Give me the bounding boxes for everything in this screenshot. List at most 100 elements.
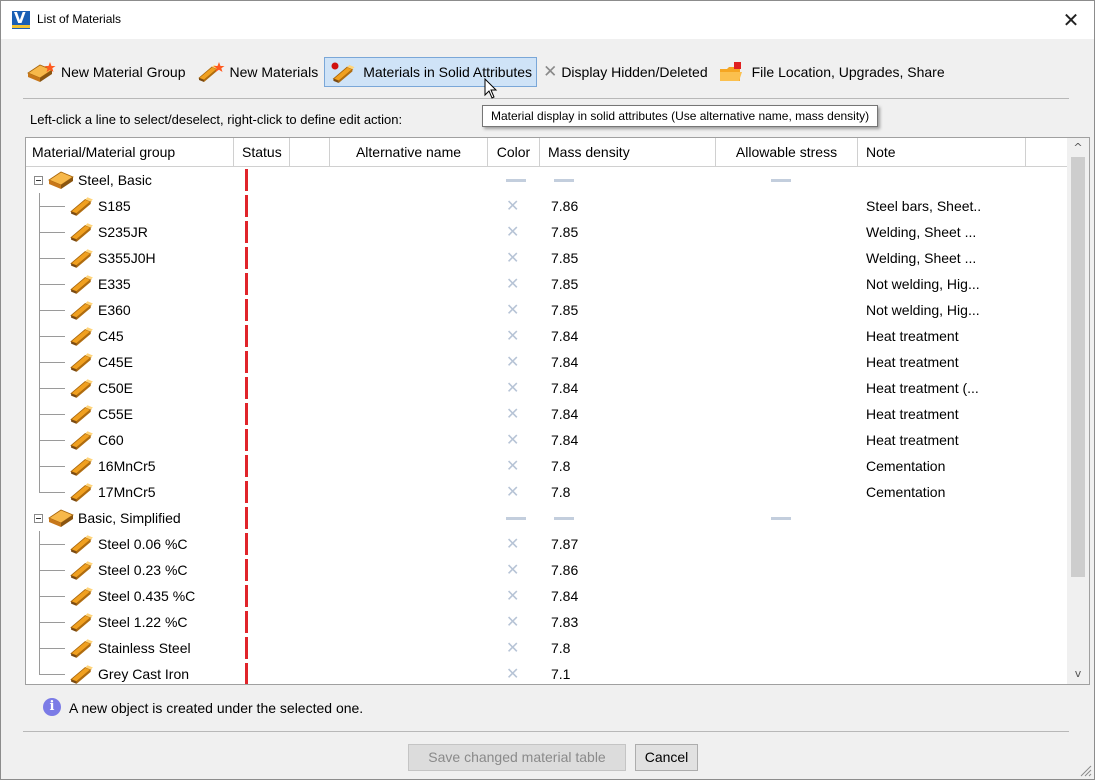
tree-branch: [39, 336, 65, 337]
color-undefined-x-icon: ✕: [506, 378, 520, 397]
material-group-row[interactable]: Basic, Simplified: [26, 505, 1066, 531]
material-row[interactable]: S185 ✕ 7.86 Steel bars, Sheet..: [26, 193, 1066, 219]
mass-density-value: 7.8: [551, 484, 571, 500]
material-bar-icon: [70, 352, 94, 372]
mass-density-value: 7.84: [551, 328, 579, 344]
material-group-name: Steel, Basic: [78, 172, 152, 188]
material-bar-icon: [70, 612, 94, 632]
new-material-icon: [196, 61, 226, 83]
material-bar-icon: [70, 560, 94, 580]
title-bar: V List of Materials ✕: [1, 1, 1094, 39]
material-row[interactable]: C50E ✕ 7.84 Heat treatment (...: [26, 375, 1066, 401]
collapse-toggle-icon[interactable]: [34, 514, 43, 523]
material-name: Steel 1.22 %C: [98, 614, 188, 630]
tree-branch: [39, 596, 65, 597]
tree-branch: [39, 284, 65, 285]
column-header-material[interactable]: Material/Material group: [26, 138, 234, 166]
status-indicator: [245, 585, 248, 607]
material-row[interactable]: Steel 0.06 %C ✕ 7.87: [26, 531, 1066, 557]
material-row[interactable]: Steel 0.435 %C ✕ 7.84: [26, 583, 1066, 609]
material-row[interactable]: S355J0H ✕ 7.85 Welding, Sheet ...: [26, 245, 1066, 271]
column-header-color[interactable]: Color: [488, 138, 540, 166]
status-indicator: [245, 637, 248, 659]
material-name: S355J0H: [98, 250, 156, 266]
scroll-up-icon[interactable]: ^: [1067, 140, 1089, 156]
color-undefined-x-icon: ✕: [506, 352, 520, 371]
column-header-note[interactable]: Note: [858, 138, 1026, 166]
empty-value-dash: [771, 179, 791, 182]
tree-branch: [39, 544, 65, 545]
tree-branch: [39, 622, 65, 623]
material-row[interactable]: S235JR ✕ 7.85 Welding, Sheet ...: [26, 219, 1066, 245]
material-bar-icon: [70, 456, 94, 476]
column-header-alternative-name[interactable]: Alternative name: [330, 138, 488, 166]
material-bar-icon: [70, 430, 94, 450]
color-undefined-x-icon: ✕: [506, 222, 520, 241]
status-indicator: [245, 533, 248, 555]
new-materials-label: New Materials: [229, 64, 319, 80]
material-row[interactable]: Steel 0.23 %C ✕ 7.86: [26, 557, 1066, 583]
folder-icon: [718, 61, 748, 83]
color-undefined-x-icon: ✕: [506, 586, 520, 605]
display-hidden-deleted-button[interactable]: ✕ Display Hidden/Deleted: [539, 57, 712, 87]
empty-value-dash: [506, 517, 526, 520]
material-row[interactable]: C45 ✕ 7.84 Heat treatment: [26, 323, 1066, 349]
tree-branch: [39, 362, 65, 363]
color-undefined-x-icon: ✕: [506, 534, 520, 553]
color-undefined-x-icon: ✕: [506, 300, 520, 319]
material-row[interactable]: C60 ✕ 7.84 Heat treatment: [26, 427, 1066, 453]
material-group-row[interactable]: Steel, Basic: [26, 167, 1066, 193]
material-row[interactable]: C55E ✕ 7.84 Heat treatment: [26, 401, 1066, 427]
mass-density-value: 7.84: [551, 588, 579, 604]
footer-divider: [23, 731, 1069, 732]
column-header-blank[interactable]: [290, 138, 330, 166]
material-row[interactable]: Stainless Steel ✕ 7.8: [26, 635, 1066, 661]
materials-in-solid-attributes-button[interactable]: Materials in Solid Attributes: [324, 57, 538, 87]
app-logo-icon: V: [12, 11, 30, 29]
file-location-button[interactable]: File Location, Upgrades, Share: [714, 57, 949, 87]
empty-value-dash: [506, 179, 526, 182]
collapse-toggle-icon[interactable]: [34, 176, 43, 185]
material-bar-icon: [70, 482, 94, 502]
mass-density-value: 7.8: [551, 458, 571, 474]
save-changed-material-table-button[interactable]: Save changed material table: [408, 744, 626, 771]
tooltip: Material display in solid attributes (Us…: [482, 105, 879, 127]
status-indicator: [245, 455, 248, 477]
column-header-status[interactable]: Status: [234, 138, 290, 166]
note-value: [866, 609, 1026, 635]
note-value: Cementation: [866, 484, 946, 500]
hidden-deleted-x-icon: ✕: [543, 62, 558, 82]
material-row[interactable]: C45E ✕ 7.84 Heat treatment: [26, 349, 1066, 375]
tree-branch: [39, 232, 65, 233]
tree-branch: [39, 492, 65, 493]
color-undefined-x-icon: ✕: [506, 638, 520, 657]
column-header-allowable-stress[interactable]: Allowable stress: [716, 138, 858, 166]
material-row[interactable]: E360 ✕ 7.85 Not welding, Hig...: [26, 297, 1066, 323]
materials-table: Material/Material group Status Alternati…: [25, 137, 1090, 685]
color-undefined-x-icon: ✕: [506, 430, 520, 449]
material-row[interactable]: Grey Cast Iron ✕ 7.1: [26, 661, 1066, 684]
material-bar-icon: [70, 248, 94, 268]
cancel-button[interactable]: Cancel: [635, 744, 698, 771]
material-name: 16MnCr5: [98, 458, 156, 474]
scrollbar-thumb[interactable]: [1071, 157, 1085, 577]
color-undefined-x-icon: ✕: [506, 248, 520, 267]
material-bar-icon: [70, 586, 94, 606]
note-value: [866, 583, 1026, 609]
file-location-label: File Location, Upgrades, Share: [751, 64, 945, 80]
material-row[interactable]: Steel 1.22 %C ✕ 7.83: [26, 609, 1066, 635]
column-header-mass-density[interactable]: Mass density: [540, 138, 716, 166]
material-row[interactable]: 16MnCr5 ✕ 7.8 Cementation: [26, 453, 1066, 479]
material-row[interactable]: E335 ✕ 7.85 Not welding, Hig...: [26, 271, 1066, 297]
resize-grip-icon[interactable]: [1078, 763, 1092, 777]
color-undefined-x-icon: ✕: [506, 612, 520, 631]
vertical-scrollbar[interactable]: ^ v: [1067, 138, 1089, 684]
new-material-group-button[interactable]: New Material Group: [23, 57, 190, 87]
new-group-icon: [27, 61, 57, 83]
scroll-down-icon[interactable]: v: [1067, 666, 1089, 682]
status-indicator: [245, 351, 248, 373]
material-row[interactable]: 17MnCr5 ✕ 7.8 Cementation: [26, 479, 1066, 505]
close-button[interactable]: ✕: [1048, 1, 1094, 39]
tree-branch: [39, 258, 65, 259]
new-materials-button[interactable]: New Materials: [192, 57, 323, 87]
